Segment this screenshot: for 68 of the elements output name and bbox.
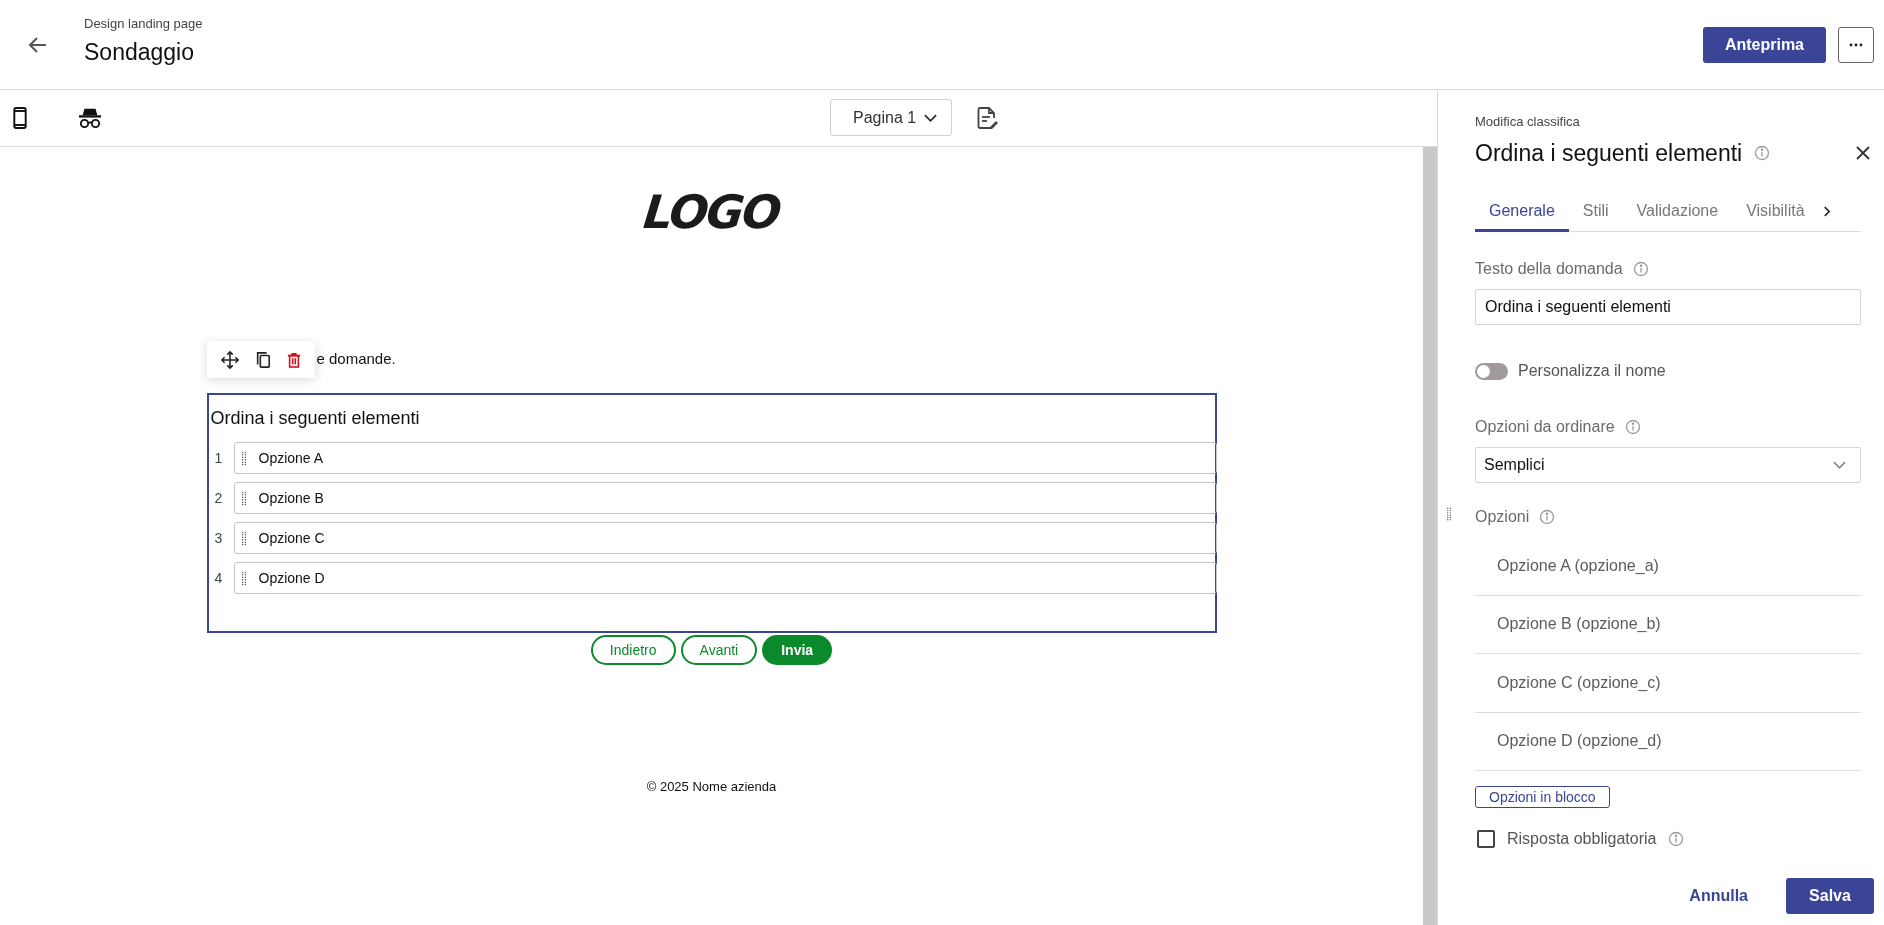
nav-button[interactable]: Avanti: [680, 635, 758, 665]
field-label: Opzioni da ordinare: [1475, 417, 1615, 437]
toggle-label: Personalizza il nome: [1518, 361, 1666, 381]
checkbox[interactable]: [1477, 830, 1495, 848]
select-field[interactable]: Semplici: [1475, 447, 1861, 483]
panel-title: Ordina i seguenti elementi: [1475, 138, 1743, 168]
move-icon[interactable]: [220, 350, 239, 369]
more-icon: [1849, 42, 1863, 47]
drag-handle-icon[interactable]: [240, 450, 247, 466]
cancel-button[interactable]: Annulla: [1689, 878, 1748, 914]
intro-text: e domande.: [316, 349, 396, 370]
chevron-down-icon: [1833, 461, 1846, 469]
panel-subtitle: Modifica classifica: [1475, 113, 1581, 131]
tab[interactable]: Visibilità: [1732, 192, 1819, 232]
scrollbar[interactable]: [1423, 147, 1437, 925]
page-select[interactable]: Pagina 1: [830, 99, 952, 136]
item-label: Opzione C: [258, 528, 325, 548]
text-input[interactable]: Ordina i seguenti elementi: [1475, 289, 1861, 325]
incognito-icon[interactable]: [77, 107, 103, 129]
tab[interactable]: Generale: [1475, 192, 1569, 232]
item-number: 1: [213, 448, 224, 468]
chevron-down-icon: [924, 113, 938, 122]
more-button[interactable]: [1838, 26, 1874, 63]
phone-icon[interactable]: [13, 106, 27, 130]
checkbox-label: Risposta obbligatoria: [1507, 829, 1657, 849]
toggle-switch[interactable]: [1475, 362, 1508, 380]
nav-button[interactable]: Invia: [762, 635, 833, 665]
save-button[interactable]: Salva: [1786, 878, 1874, 914]
ranking-item[interactable]: Opzione A: [233, 442, 1217, 474]
item-number: 3: [213, 528, 224, 548]
option-row[interactable]: Opzione B (opzione_b): [1475, 595, 1861, 654]
info-icon[interactable]: [1539, 509, 1556, 525]
trash-icon[interactable]: [286, 351, 301, 368]
field-label: Opzioni: [1475, 507, 1530, 527]
info-icon[interactable]: [1624, 419, 1641, 435]
logo: LOGO: [641, 189, 782, 235]
ranking-item[interactable]: Opzione C: [233, 522, 1217, 554]
drag-handle-icon[interactable]: [240, 570, 247, 586]
item-number: 2: [213, 488, 224, 508]
item-number: 4: [213, 568, 224, 588]
tab[interactable]: Stili: [1568, 192, 1623, 232]
ranking-item[interactable]: Opzione B: [233, 482, 1217, 514]
copy-icon[interactable]: [254, 350, 271, 369]
item-label: Opzione B: [258, 488, 324, 508]
nav-button[interactable]: Indietro: [590, 635, 676, 665]
option-row[interactable]: Opzione D (opzione_d): [1475, 712, 1861, 771]
question-title: Ordina i seguenti elementi: [210, 407, 421, 430]
document-edit-icon[interactable]: [976, 105, 998, 130]
option-row[interactable]: Opzione A (opzione_a): [1475, 537, 1861, 596]
ranking-item[interactable]: Opzione D: [233, 562, 1217, 594]
page-title: Sondaggio: [84, 38, 195, 67]
bulk-options-button[interactable]: Opzioni in blocco: [1475, 786, 1610, 808]
chevron-right-icon[interactable]: [1822, 206, 1830, 217]
close-icon[interactable]: [1855, 144, 1871, 161]
tab[interactable]: Validazione: [1622, 192, 1733, 232]
footer-text: © 2025 Nome azienda: [646, 778, 777, 796]
field-label: Testo della domanda: [1475, 259, 1623, 279]
info-icon[interactable]: [1668, 831, 1685, 847]
preview-button[interactable]: Anteprima: [1702, 26, 1826, 63]
info-icon[interactable]: [1632, 261, 1649, 277]
item-label: Opzione D: [258, 568, 325, 588]
drag-handle-icon[interactable]: [1446, 507, 1452, 521]
item-label: Opzione A: [258, 448, 324, 468]
option-row[interactable]: Opzione C (opzione_c): [1475, 654, 1861, 713]
breadcrumb: Design landing page: [84, 14, 203, 33]
drag-handle-icon[interactable]: [240, 530, 247, 546]
info-icon[interactable]: [1754, 144, 1771, 161]
drag-handle-icon[interactable]: [240, 490, 247, 506]
